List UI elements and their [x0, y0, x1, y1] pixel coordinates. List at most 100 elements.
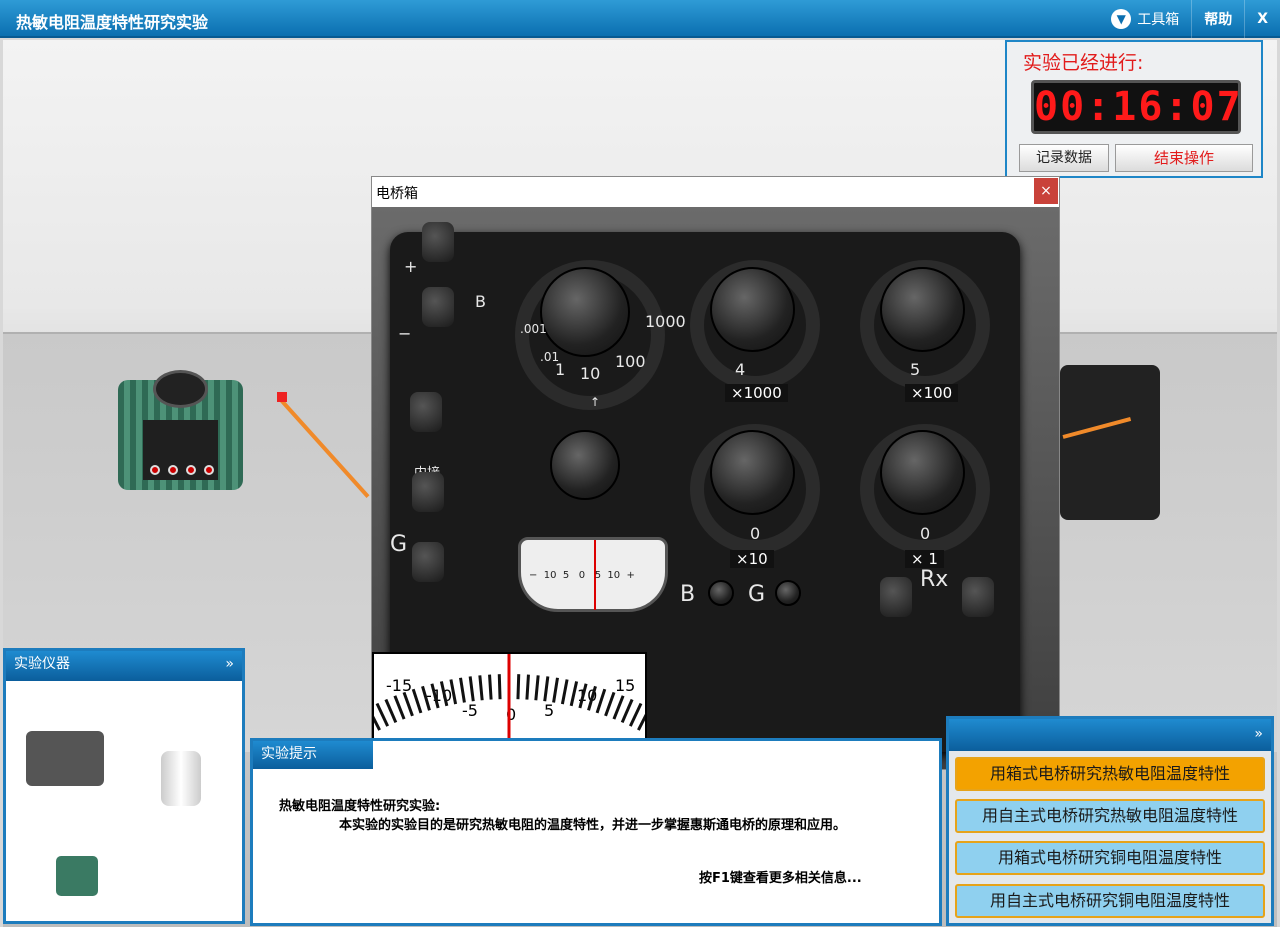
mult-label-10: ×10: [730, 550, 774, 568]
title-bar: 热敏电阻温度特性研究实验 ▼ 工具箱 帮助 X: [0, 0, 1280, 38]
plus-label: +: [404, 257, 418, 276]
meter-tick: [366, 707, 381, 731]
meter-tick: [478, 675, 484, 701]
end-operation-button[interactable]: 结束操作: [1115, 144, 1253, 172]
instrument-bridge-box[interactable]: [26, 731, 104, 786]
meter-tick: [560, 679, 569, 705]
dial-1-digit: 0: [920, 524, 931, 543]
transformer-device[interactable]: [118, 370, 243, 490]
ratio-scale-1000: 1000: [645, 312, 686, 331]
galvanometer-window: − 10 5 0 5 10 +: [518, 537, 668, 612]
g-terminal-knob-top[interactable]: [412, 472, 444, 512]
toolbox-button[interactable]: ▼ 工具箱: [1099, 0, 1191, 38]
title-tools: ▼ 工具箱 帮助 X: [1099, 0, 1280, 38]
chevron-down-icon: ▼: [1111, 9, 1132, 29]
dial-knob-1000[interactable]: [710, 267, 795, 352]
meter-tick: [459, 677, 466, 703]
ratio-scale-01: .01: [540, 350, 560, 364]
record-data-button[interactable]: 记录数据: [1019, 144, 1109, 172]
rx-label: Rx: [920, 567, 949, 592]
rx-terminal-right[interactable]: [962, 577, 994, 617]
tip-heading: 热敏电阻温度特性研究实验:: [279, 799, 441, 814]
meter-tick-label: 5: [544, 701, 554, 720]
timer-panel: 实验已经进行: 00:16:07 记录数据 结束操作: [1005, 40, 1263, 178]
tips-panel: 实验提示 热敏电阻温度特性研究实验: 本实验的实验目的是研究热敏电阻的温度特性，…: [250, 738, 942, 926]
experiment-item[interactable]: 用箱式电桥研究热敏电阻温度特性: [955, 757, 1265, 791]
timer-display: 00:16:07: [1031, 80, 1241, 134]
inner-terminal-knob[interactable]: [410, 392, 442, 432]
instruments-panel: 实验仪器 »: [3, 648, 245, 924]
terminal-knob-minus[interactable]: [422, 287, 454, 327]
help-button[interactable]: 帮助: [1191, 0, 1244, 38]
dialog-close-button[interactable]: ×: [1034, 178, 1058, 204]
collapse-icon[interactable]: »: [1254, 719, 1263, 749]
meter-tick: [628, 702, 643, 727]
wire-endpoint[interactable]: [277, 392, 287, 402]
tip-body: 本实验的实验目的是研究热敏电阻的温度特性，并进一步掌握惠斯通电桥的原理和应用。: [339, 818, 847, 833]
meter-tick: [543, 676, 550, 702]
meter-tick: [516, 674, 521, 700]
dial-knob-100[interactable]: [880, 267, 965, 352]
terminal-red[interactable]: [204, 465, 214, 475]
meter-tick: [604, 691, 616, 717]
meter-tick: [402, 691, 414, 717]
meter-tick: [411, 688, 423, 714]
galvanometer-scale: − 10 5 0 5 10 +: [529, 570, 635, 581]
b-button[interactable]: [708, 580, 734, 606]
dial-100-digit: 5: [910, 360, 921, 379]
transformer-knob[interactable]: [153, 370, 208, 408]
bridge-box-background: [1060, 365, 1160, 520]
experiments-header: »: [949, 719, 1271, 751]
instruments-title: 实验仪器: [14, 656, 70, 672]
meter-tick-label: -10: [426, 686, 452, 705]
ratio-knob[interactable]: [540, 267, 630, 357]
meter-tick: [468, 676, 475, 702]
experiment-item[interactable]: 用箱式电桥研究铜电阻温度特性: [955, 841, 1265, 875]
meter-tick: [497, 674, 502, 700]
meter-tick: [375, 702, 390, 727]
meter-tick: [569, 681, 579, 707]
tips-header: 实验提示: [253, 741, 373, 769]
close-button[interactable]: X: [1244, 0, 1280, 38]
toolbox-label: 工具箱: [1137, 12, 1180, 28]
instrument-transformer[interactable]: [56, 856, 98, 896]
meter-tick: [525, 674, 530, 700]
experiment-item[interactable]: 用自主式电桥研究铜电阻温度特性: [955, 884, 1265, 918]
ratio-scale-10: 10: [580, 364, 601, 383]
instruments-header: 实验仪器 »: [6, 651, 242, 681]
g-button[interactable]: [775, 580, 801, 606]
dial-knob-1[interactable]: [880, 430, 965, 515]
meter-tick-label: -5: [462, 701, 478, 720]
collapse-icon[interactable]: »: [225, 651, 234, 677]
mult-label-1: × 1: [905, 550, 944, 568]
terminal-knob-plus[interactable]: [422, 222, 454, 262]
ratio-scale-100: 100: [615, 352, 646, 371]
rx-terminal-left[interactable]: [880, 577, 912, 617]
b-button-label: B: [680, 582, 696, 607]
terminal-red[interactable]: [186, 465, 196, 475]
meter-tick: [620, 698, 634, 724]
dial-1000-digit: 4: [735, 360, 746, 379]
mult-label-100: ×100: [905, 384, 959, 402]
app-title: 热敏电阻温度特性研究实验: [16, 13, 209, 32]
experiment-item[interactable]: 用自主式电桥研究热敏电阻温度特性: [955, 799, 1265, 833]
experiments-list: » 用箱式电桥研究热敏电阻温度特性 用自主式电桥研究热敏电阻温度特性 用箱式电桥…: [946, 716, 1274, 926]
terminal-red[interactable]: [150, 465, 160, 475]
galvanometer-zero-knob[interactable]: [550, 430, 620, 500]
meter-tick: [595, 688, 607, 714]
meter-tick: [488, 674, 493, 700]
timer-label: 实验已经进行:: [1023, 52, 1144, 74]
b-terminal-label: B: [475, 292, 486, 311]
dial-knob-10[interactable]: [710, 430, 795, 515]
dial-10-digit: 0: [750, 524, 761, 543]
meter-tick: [612, 695, 625, 720]
terminal-red[interactable]: [168, 465, 178, 475]
g-terminal-label: G: [390, 532, 408, 557]
tip-more: 按F1键查看更多相关信息...: [699, 871, 862, 886]
g-terminal-knob-bottom[interactable]: [412, 542, 444, 582]
meter-tick-label: 15: [615, 676, 635, 695]
meter-tick: [637, 707, 652, 731]
instrument-thermistor[interactable]: [161, 751, 201, 806]
meter-tick: [552, 677, 559, 703]
g-button-label: G: [748, 582, 766, 607]
